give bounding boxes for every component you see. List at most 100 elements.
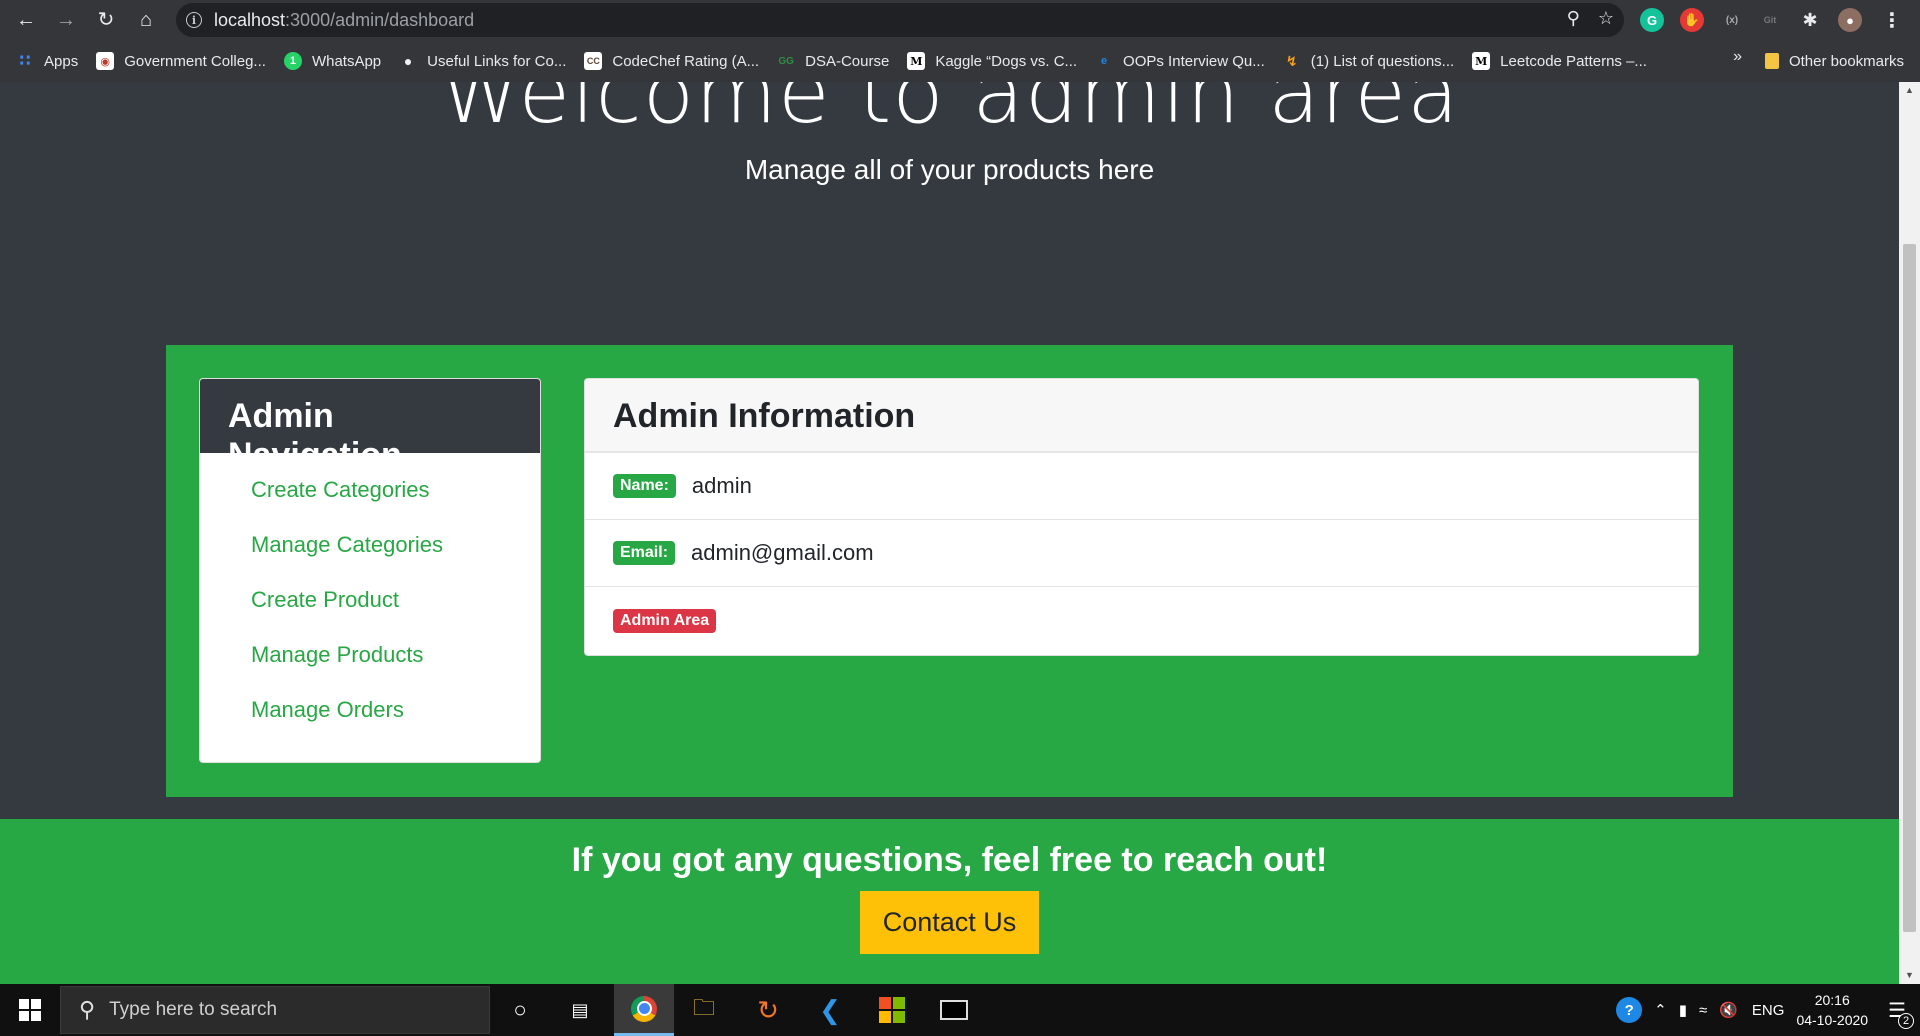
zoom-icon[interactable]: ⚲ <box>1567 8 1580 29</box>
site-info-icon[interactable]: i <box>186 12 202 28</box>
bookmark-list-of-questions[interactable]: ↯ (1) List of questions... <box>1283 52 1454 70</box>
browser-chrome: ← → ↻ ⌂ i localhost:3000/admin/dashboard… <box>0 0 1920 82</box>
bookmark-label: Apps <box>44 52 79 70</box>
back-arrow-icon[interactable]: ← <box>12 6 40 34</box>
nav-link-create-product[interactable]: Create Product <box>251 585 540 640</box>
admin-email-row: Email: admin@gmail.com <box>585 520 1698 587</box>
bookmark-codechef[interactable]: CC CodeChef Rating (A... <box>584 52 759 70</box>
notification-center-icon[interactable]: ☰ 2 <box>1888 998 1914 1029</box>
bookmark-label: Kaggle “Dogs vs. C... <box>935 52 1078 70</box>
bookmark-dsa-course[interactable]: GG DSA-Course <box>777 52 889 70</box>
nav-link-create-categories[interactable]: Create Categories <box>251 475 540 530</box>
admin-navigation-list: Create Categories Manage Categories Crea… <box>200 453 540 750</box>
office-tile-icon <box>879 997 891 1009</box>
browser-toolbar: ← → ↻ ⌂ i localhost:3000/admin/dashboard… <box>0 0 1920 40</box>
other-bookmarks-label: Other bookmarks <box>1788 52 1904 70</box>
nav-link-manage-orders[interactable]: Manage Orders <box>251 695 540 750</box>
ext-icon[interactable]: (x) <box>1720 8 1744 32</box>
language-indicator[interactable]: ENG <box>1752 1002 1785 1019</box>
apps-grid-icon: ∷ <box>19 53 31 70</box>
chrome-logo-icon <box>631 995 657 1022</box>
bookmark-label: Government Colleg... <box>124 52 266 70</box>
search-icon: ⚲ <box>79 997 96 1022</box>
start-button[interactable] <box>0 984 60 1036</box>
codechef-icon: CC <box>584 52 603 70</box>
hero-subtitle: Manage all of your products here <box>744 154 1155 185</box>
other-bookmarks[interactable]: Other bookmarks <box>1764 44 1904 78</box>
address-url[interactable]: localhost:3000/admin/dashboard <box>214 10 474 31</box>
footer-message: If you got any questions, feel free to r… <box>571 841 1328 879</box>
adblock-extension-icon[interactable]: ✋ <box>1680 8 1704 32</box>
bookmark-apps[interactable]: ∷ Apps <box>16 52 79 71</box>
bookmark-useful-links[interactable]: ● Useful Links for Co... <box>399 52 566 70</box>
terminal-icon[interactable] <box>924 984 984 1036</box>
battery-icon[interactable]: ▮ <box>1679 1001 1687 1019</box>
admin-navigation-card: Admin Navigation Create Categories Manag… <box>199 378 541 763</box>
edge-icon: e <box>1100 55 1108 67</box>
task-view-icon[interactable]: ▤ <box>550 984 610 1036</box>
bookmarks-overflow-button[interactable]: » <box>1733 48 1742 66</box>
whatsapp-icon: 1 <box>283 52 302 70</box>
chrome-taskbar-icon[interactable] <box>614 984 674 1036</box>
email-badge: Email: <box>613 541 676 565</box>
notification-count: 2 <box>1898 1012 1914 1029</box>
forward-arrow-icon[interactable]: → <box>52 6 80 34</box>
bookmark-leetcode-patterns[interactable]: M Leetcode Patterns –... <box>1472 52 1647 70</box>
scroll-down-arrow-icon[interactable]: ▼ <box>1899 967 1920 984</box>
admin-email-value: admin@gmail.com <box>691 540 874 565</box>
geeksforgeeks-icon: GG <box>778 55 794 67</box>
jupyter-icon[interactable]: ↻ <box>738 984 798 1036</box>
nav-link-manage-categories[interactable]: Manage Categories <box>251 530 540 585</box>
scrollbar-thumb[interactable] <box>1903 244 1916 932</box>
bookmark-label: OOPs Interview Qu... <box>1123 52 1265 70</box>
nav-link-manage-products[interactable]: Manage Products <box>251 640 540 695</box>
terminal-window-icon <box>940 1000 968 1020</box>
profile-avatar-icon[interactable]: ● <box>1838 8 1862 32</box>
menu-kebab-icon[interactable]: ⋮ <box>1880 8 1904 32</box>
bookmark-label: WhatsApp <box>311 52 382 70</box>
home-icon[interactable]: ⌂ <box>132 6 160 34</box>
bookmarks-bar: ∷ Apps ◉ Government Colleg... 1 WhatsApp… <box>0 44 1920 78</box>
lightbulb-icon: ● <box>403 53 413 69</box>
gitzip-extension-icon[interactable]: Git <box>1758 8 1782 32</box>
leetcode-icon: ↯ <box>1285 52 1298 69</box>
url-path: :3000/admin/dashboard <box>285 9 475 30</box>
admin-name-row: Name: admin <box>585 453 1698 520</box>
system-tray: ? ⌃ ▮ ≈ 🔇 ENG 20:16 04-10-2020 ☰ 2 <box>1616 984 1920 1036</box>
wifi-icon[interactable]: ≈ <box>1699 1002 1707 1019</box>
bookmark-label: (1) List of questions... <box>1310 52 1455 70</box>
show-hidden-icons-chevron-icon[interactable]: ⌃ <box>1654 1001 1667 1019</box>
bookmark-star-icon[interactable]: ☆ <box>1598 8 1614 29</box>
office-icon[interactable] <box>862 984 922 1036</box>
chrome-center-icon <box>636 1001 652 1016</box>
vscode-icon[interactable]: ❮ <box>800 984 860 1036</box>
admin-information-card: Admin Information Name: admin Email: adm… <box>584 378 1699 656</box>
extensions-puzzle-icon[interactable]: ✱ <box>1798 8 1822 32</box>
admin-navigation-title: Admin Navigation <box>200 379 540 474</box>
taskbar-clock[interactable]: 20:16 04-10-2020 <box>1796 990 1868 1030</box>
cortana-circle-icon[interactable]: ○ <box>490 984 550 1036</box>
bookmark-whatsapp[interactable]: 1 WhatsApp <box>283 52 382 70</box>
clock-date: 04-10-2020 <box>1796 1012 1869 1028</box>
contact-us-button[interactable]: Contact Us <box>860 891 1039 954</box>
reload-icon[interactable]: ↻ <box>92 6 120 34</box>
bookmark-label: Leetcode Patterns –... <box>1500 52 1647 70</box>
bookmark-kaggle[interactable]: M Kaggle “Dogs vs. C... <box>907 52 1077 70</box>
help-icon[interactable]: ? <box>1616 997 1643 1023</box>
bookmark-government-college[interactable]: ◉ Government Colleg... <box>96 52 266 70</box>
address-bar[interactable]: i localhost:3000/admin/dashboard ⚲ ☆ <box>176 3 1624 37</box>
office-tile-icon <box>893 997 905 1009</box>
file-explorer-icon[interactable]: 🗀 <box>674 984 734 1036</box>
volume-muted-icon[interactable]: 🔇 <box>1719 1001 1738 1019</box>
scroll-up-arrow-icon[interactable]: ▲ <box>1899 82 1920 99</box>
grammarly-extension-icon[interactable]: G <box>1640 8 1664 32</box>
college-icon: ◉ <box>96 52 115 70</box>
contact-footer: If you got any questions, feel free to r… <box>0 819 1899 984</box>
admin-area-row: Admin Area <box>585 587 1698 654</box>
name-badge: Name: <box>613 474 676 498</box>
bookmark-label: Useful Links for Co... <box>427 52 567 70</box>
taskbar-search-box[interactable]: ⚲ Type here to search <box>60 986 490 1034</box>
page-scrollbar[interactable]: ▲ ▼ <box>1899 82 1920 984</box>
clock-time: 20:16 <box>1814 992 1850 1008</box>
bookmark-oops[interactable]: e OOPs Interview Qu... <box>1095 52 1265 70</box>
